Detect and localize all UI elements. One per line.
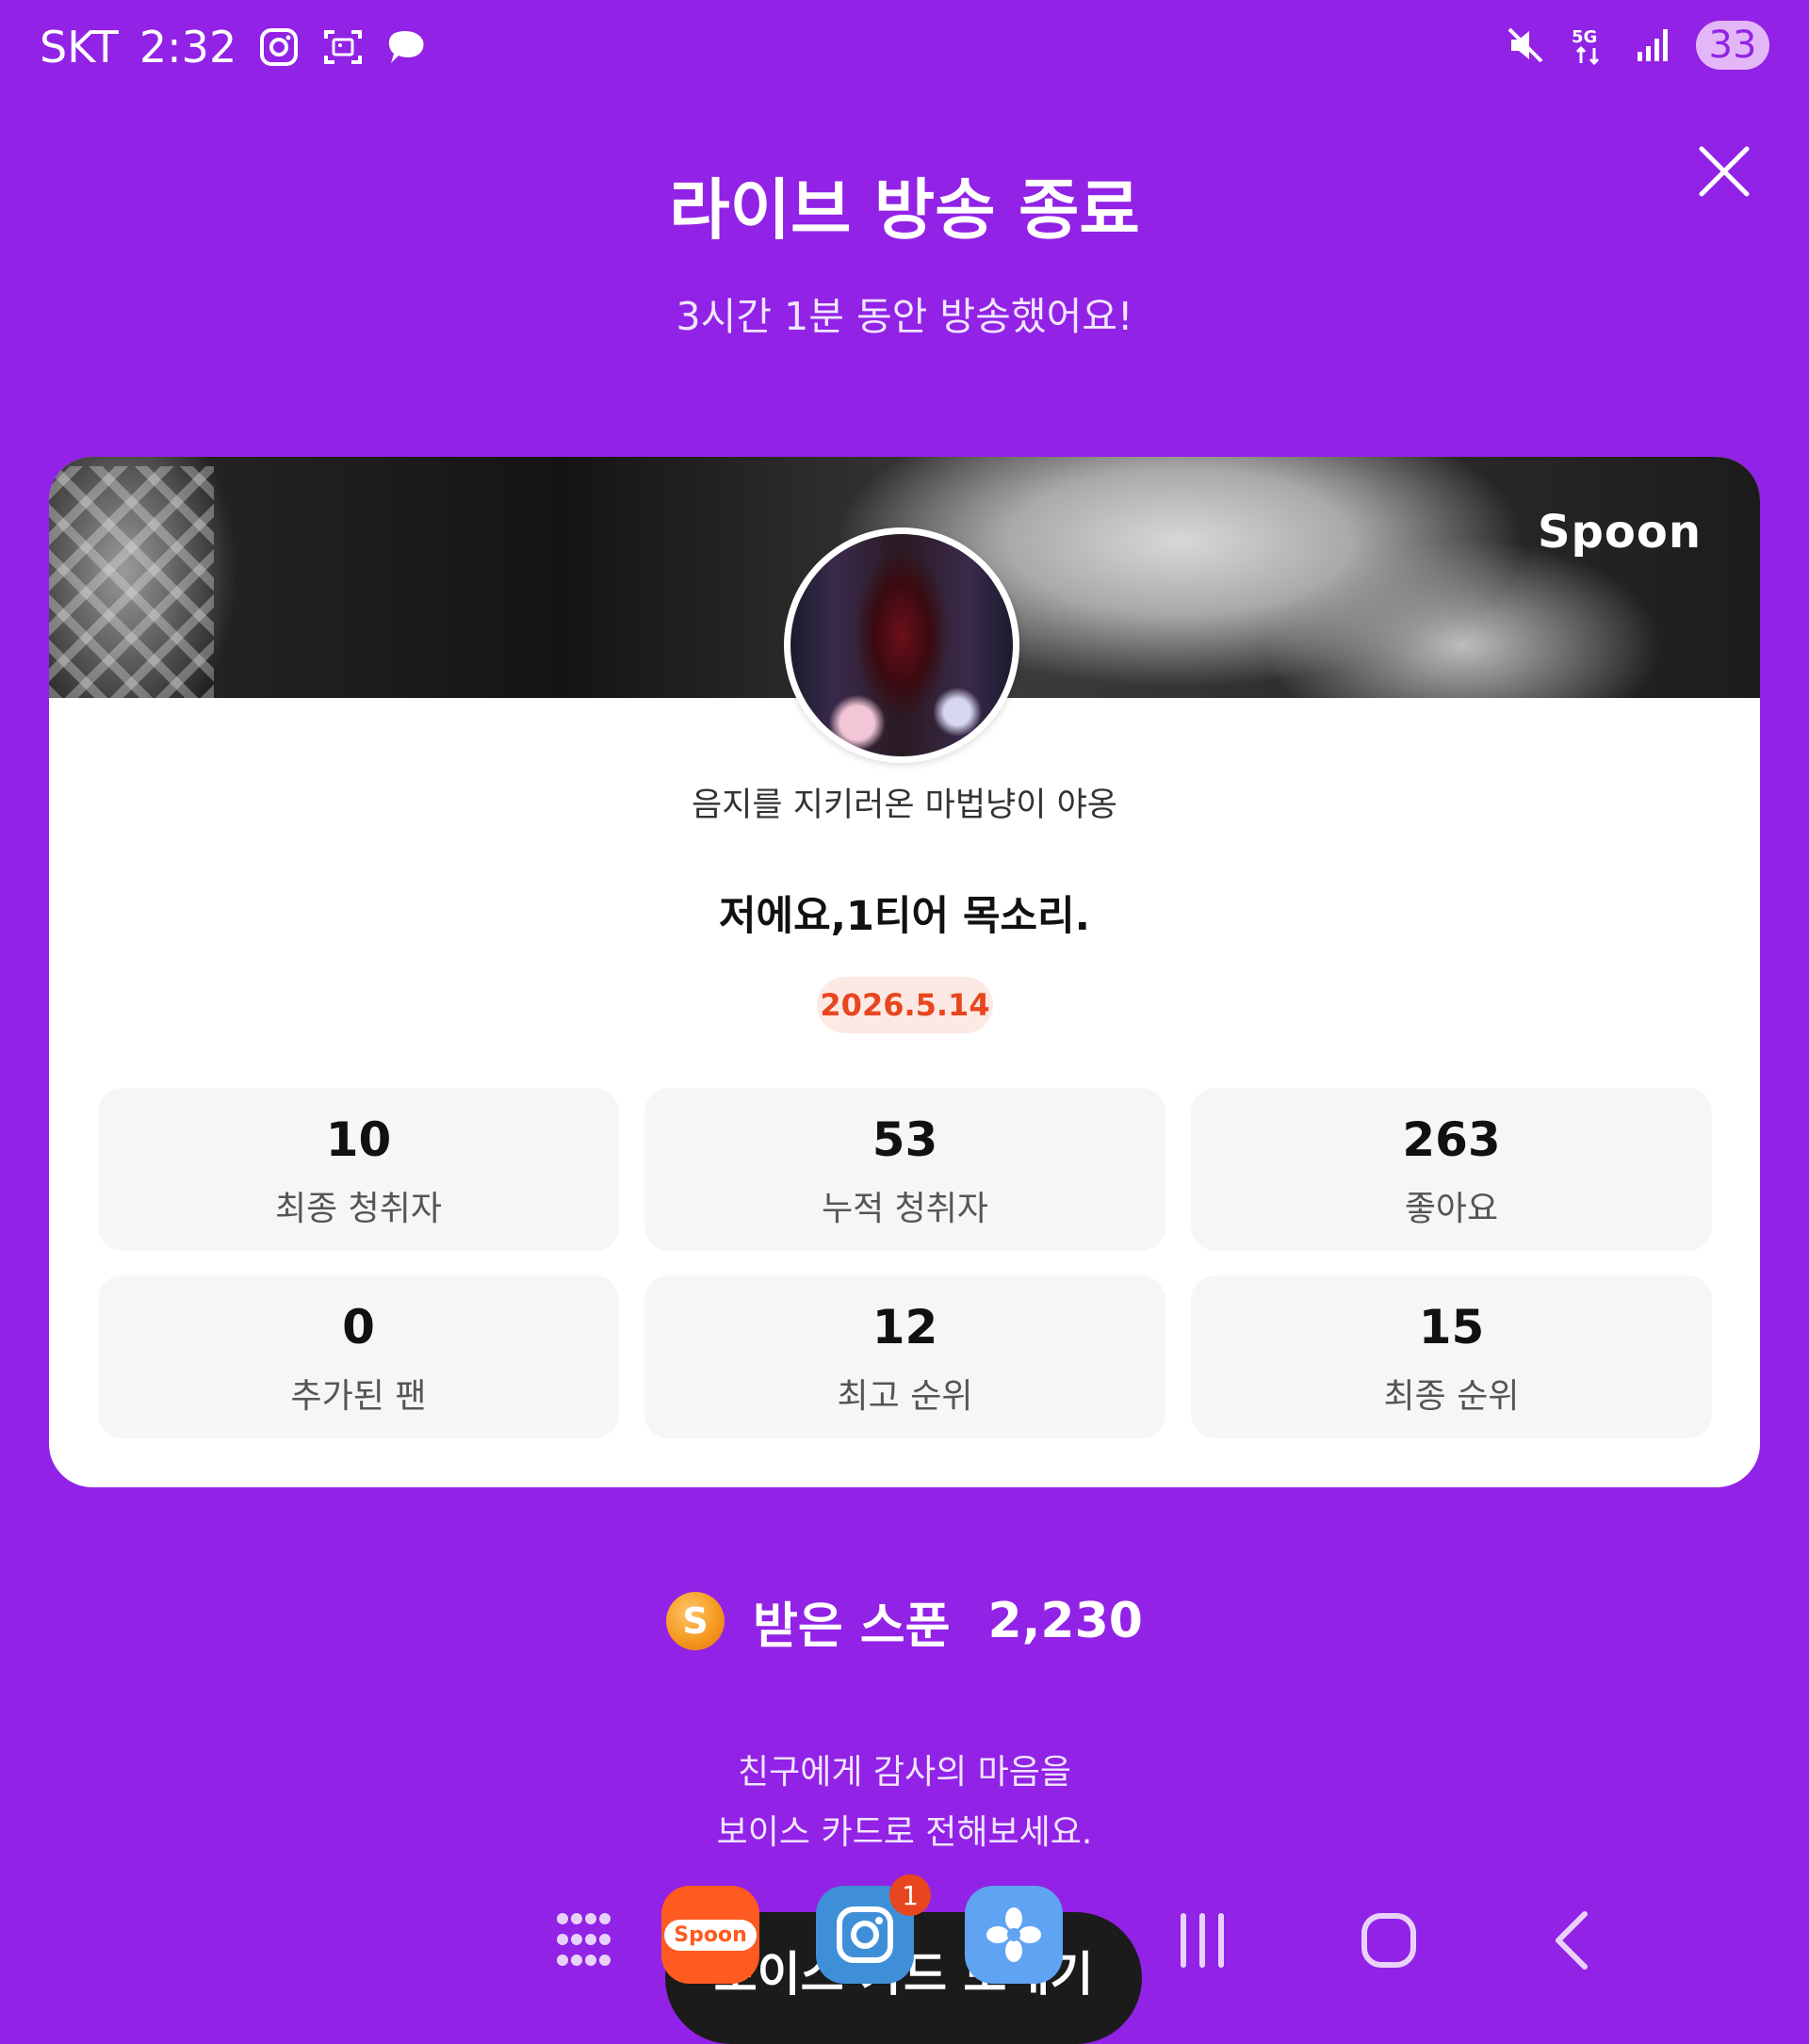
- stat-value: 0: [342, 1300, 375, 1355]
- signal-icon: [1638, 29, 1668, 61]
- instagram-notification-icon: [260, 28, 299, 66]
- live-summary-card: Spoon 음지를 지키러온 마법냥이 야옹 저에요,1티어 목소리. 2026…: [49, 457, 1760, 1487]
- flower-icon: [986, 1907, 1041, 1962]
- voice-card-message: 친구에게 감사의 마음을 보이스 카드로 전해보세요.: [0, 1743, 1809, 1863]
- date-badge: 2026.5.14: [817, 977, 993, 1033]
- avatar-image: [790, 534, 1013, 756]
- home-icon[interactable]: [1351, 1903, 1426, 1978]
- stat-label: 최종 순위: [1383, 1377, 1520, 1416]
- stat-value: 263: [1402, 1112, 1501, 1167]
- stat-total-listeners: 53 누적 청취자: [644, 1088, 1165, 1251]
- clock: 2:32: [139, 22, 237, 73]
- banner-decoration: [49, 466, 214, 698]
- live-title: 저에요,1티어 목소리.: [718, 893, 1091, 940]
- voice-card-line-2: 보이스 카드로 전해보세요.: [716, 1813, 1093, 1852]
- back-icon[interactable]: [1536, 1903, 1611, 1978]
- coin-letter: S: [682, 1600, 709, 1642]
- svg-text:5G: 5G: [1572, 27, 1597, 47]
- page-title: 라이브 방송 종료: [669, 171, 1140, 249]
- screenshot-icon: [324, 30, 363, 64]
- stat-best-rank: 12 최고 순위: [644, 1275, 1165, 1438]
- instagram-notification-badge: 1: [889, 1874, 931, 1916]
- status-bar: SKT 2:32 5G 33: [0, 0, 1809, 94]
- stat-likes: 263 좋아요: [1191, 1088, 1712, 1251]
- stat-new-fans: 0 추가된 팬: [98, 1275, 619, 1438]
- status-right: 5G 33: [1504, 21, 1769, 70]
- spoon-coin-icon: S: [666, 1592, 725, 1650]
- stat-final-listeners: 10 최종 청취자: [98, 1088, 619, 1251]
- instagram-icon: [837, 1906, 893, 1963]
- stat-label: 최종 청취자: [274, 1190, 443, 1228]
- stat-label: 최고 순위: [837, 1377, 973, 1416]
- battery-indicator: 33: [1696, 21, 1769, 70]
- gallery-app-icon[interactable]: [965, 1886, 1063, 1984]
- spoon-app-icon[interactable]: Spoon: [661, 1886, 759, 1984]
- navigation-overlay: Spoon 1: [0, 1874, 1809, 2006]
- stat-final-rank: 15 최종 순위: [1191, 1275, 1712, 1438]
- stat-value: 10: [325, 1112, 392, 1167]
- host-name: 음지를 지키러온 마법냥이 야옹: [692, 787, 1117, 824]
- host-avatar[interactable]: [784, 527, 1019, 763]
- status-left: SKT 2:32: [40, 19, 429, 75]
- stat-label: 좋아요: [1404, 1190, 1499, 1228]
- chat-bubble-icon: [389, 30, 424, 63]
- stat-value: 15: [1418, 1300, 1485, 1355]
- spoon-app-label: Spoon: [664, 1919, 757, 1951]
- stat-value: 12: [872, 1300, 938, 1355]
- stat-value: 53: [872, 1112, 938, 1167]
- mute-icon: [1508, 27, 1543, 63]
- recent-apps-icon[interactable]: [1165, 1903, 1240, 1978]
- received-spoons-label: 받은 스푼: [753, 1598, 951, 1655]
- stat-label: 추가된 팬: [290, 1377, 427, 1416]
- received-spoons: S 받은 스푼 2,230: [0, 1588, 1809, 1655]
- stat-label: 누적 청취자: [821, 1190, 989, 1228]
- network-5g-icon: 5G: [1572, 27, 1600, 66]
- app-drawer-icon[interactable]: [554, 1910, 612, 1969]
- voice-card-line-1: 친구에게 감사의 마음을: [737, 1753, 1072, 1792]
- received-spoons-value: 2,230: [987, 1593, 1143, 1649]
- spoon-logo: Spoon: [1537, 506, 1702, 559]
- broadcast-duration: 3시간 1분 동안 방송했어요!: [676, 294, 1133, 339]
- carrier-label: SKT: [40, 22, 119, 73]
